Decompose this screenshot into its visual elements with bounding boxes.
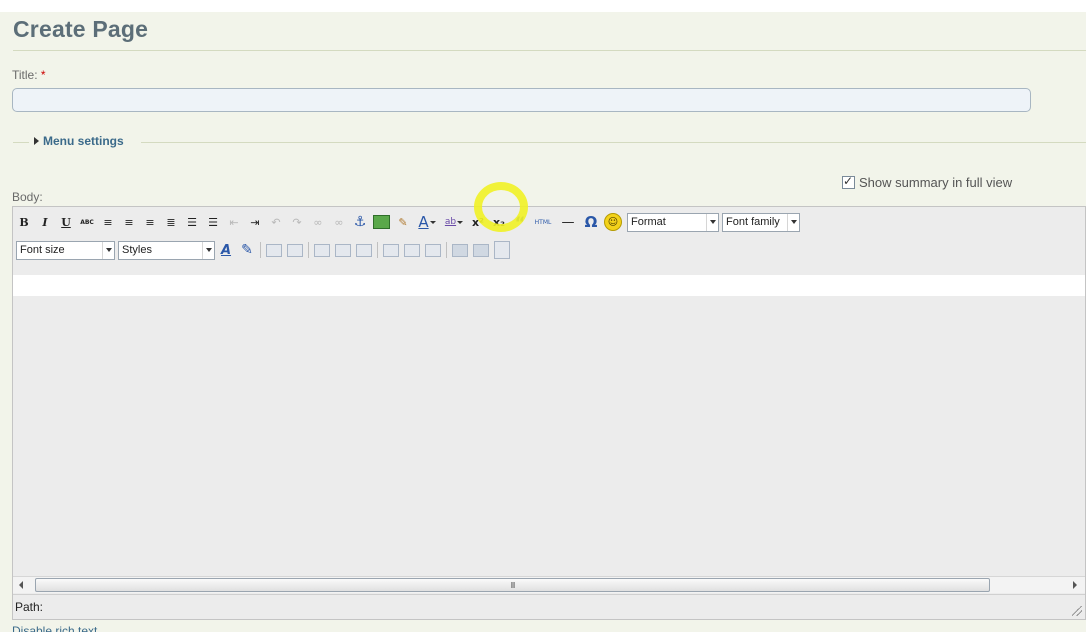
- subscript-button[interactable]: x₂: [491, 213, 507, 231]
- title-label-text: Title:: [12, 68, 38, 82]
- merge-cells-icon[interactable]: [473, 243, 489, 257]
- font-family-select[interactable]: Font family: [722, 212, 800, 232]
- emoticons-button[interactable]: ☺: [604, 213, 622, 231]
- expand-triangle-icon: [34, 137, 39, 145]
- title-label: Title: *: [12, 68, 46, 82]
- insert-col-after-icon[interactable]: [404, 243, 420, 257]
- font-style-button[interactable]: A: [218, 241, 234, 259]
- superscript-button[interactable]: x²: [470, 213, 486, 231]
- insert-row-before-icon[interactable]: [314, 243, 330, 257]
- styles-select-value: Styles: [122, 244, 152, 256]
- delete-col-icon[interactable]: [425, 243, 441, 257]
- toolbar-separator: [260, 242, 261, 258]
- toolbar-separator: [446, 242, 447, 258]
- toolbar-row-1: B I U ABC ≡ ≡ ≡ ≣ ☰ ☰ ⇤ ⇥ ↶ ↷ ∞ ∞ ⚓ ✎ A …: [16, 212, 803, 232]
- editor-path-bar: Path:: [13, 594, 1085, 619]
- styles-select[interactable]: Styles: [118, 240, 215, 260]
- highlight-color-glyph: ab: [444, 217, 457, 227]
- text-color-button[interactable]: A: [416, 213, 438, 231]
- resize-grip-icon[interactable]: [1072, 606, 1082, 616]
- anchor-button[interactable]: ⚓: [352, 213, 368, 231]
- indent-button[interactable]: ⇥: [247, 213, 263, 231]
- strikethrough-button[interactable]: ABC: [79, 213, 95, 231]
- page-title: Create Page: [13, 16, 149, 42]
- toolbar-separator: [377, 242, 378, 258]
- scroll-left-arrow-icon[interactable]: [15, 579, 27, 591]
- toolbar-row-2: Font size Styles A ✎: [16, 240, 515, 260]
- path-label: Path:: [15, 600, 44, 614]
- insert-row-after-icon[interactable]: [335, 243, 351, 257]
- scrollbar-thumb[interactable]: III: [35, 578, 990, 592]
- horizontal-scrollbar[interactable]: III: [13, 576, 1085, 593]
- cleanup-button[interactable]: ✎: [395, 213, 411, 231]
- dropdown-arrow-icon: [429, 220, 436, 224]
- cell-props-icon[interactable]: [287, 243, 303, 257]
- outdent-button[interactable]: ⇤: [226, 213, 242, 231]
- font-family-select-value: Font family: [726, 216, 780, 228]
- row-props-icon[interactable]: [266, 243, 282, 257]
- rich-text-editor: B I U ABC ≡ ≡ ≡ ≣ ☰ ☰ ⇤ ⇥ ↶ ↷ ∞ ∞ ⚓ ✎ A …: [12, 206, 1086, 620]
- editor-toolbar: B I U ABC ≡ ≡ ≡ ≣ ☰ ☰ ⇤ ⇥ ↶ ↷ ∞ ∞ ⚓ ✎ A …: [13, 207, 1085, 265]
- horizontal-rule-button[interactable]: —: [558, 213, 578, 231]
- align-center-button[interactable]: ≡: [121, 213, 137, 231]
- split-cells-icon[interactable]: [452, 243, 468, 257]
- title-divider: [13, 50, 1086, 51]
- menu-settings-toggle[interactable]: Menu settings: [34, 134, 124, 148]
- align-justify-button[interactable]: ≣: [163, 213, 179, 231]
- align-right-button[interactable]: ≡: [142, 213, 158, 231]
- chevron-down-icon: [102, 241, 114, 259]
- top-strip: [0, 0, 1086, 12]
- show-summary-label: Show summary in full view: [859, 175, 1013, 190]
- editor-first-line[interactable]: [13, 275, 1085, 296]
- scroll-right-arrow-icon[interactable]: [1069, 579, 1081, 591]
- edit-style-button[interactable]: ✎: [239, 241, 255, 259]
- show-summary-checkbox[interactable]: [842, 174, 855, 189]
- show-summary-option[interactable]: Show summary in full view: [842, 174, 1013, 190]
- align-left-button[interactable]: ≡: [100, 213, 116, 231]
- insert-col-before-icon[interactable]: [383, 243, 399, 257]
- bullet-list-button[interactable]: ☰: [184, 213, 200, 231]
- menu-settings-label: Menu settings: [43, 134, 124, 148]
- html-button[interactable]: HTML: [533, 213, 553, 231]
- blockquote-button[interactable]: “: [512, 213, 528, 232]
- format-select[interactable]: Format: [627, 212, 719, 232]
- body-label: Body:: [12, 190, 43, 204]
- title-input[interactable]: [12, 88, 1031, 112]
- disable-rich-text-link[interactable]: Disable rich text: [12, 624, 97, 632]
- undo-button[interactable]: ↶: [268, 213, 284, 231]
- delete-row-icon[interactable]: [356, 243, 372, 257]
- chevron-down-icon: [706, 213, 718, 231]
- underline-button[interactable]: U: [58, 213, 74, 231]
- insert-image-button[interactable]: [373, 215, 390, 229]
- font-size-select-value: Font size: [20, 244, 65, 256]
- italic-button[interactable]: I: [37, 213, 53, 231]
- bold-button[interactable]: B: [16, 213, 32, 231]
- format-select-value: Format: [631, 216, 666, 228]
- text-color-glyph: A: [418, 213, 429, 231]
- unlink-button[interactable]: ∞: [331, 213, 347, 231]
- special-char-button[interactable]: Ω: [583, 213, 599, 231]
- link-button[interactable]: ∞: [310, 213, 326, 231]
- fieldset-divider-right: [141, 142, 1086, 143]
- toolbar-separator: [308, 242, 309, 258]
- editor-content-area[interactable]: [13, 275, 1085, 576]
- dropdown-arrow-icon: [457, 220, 464, 224]
- numbered-list-button[interactable]: ☰: [205, 213, 221, 231]
- font-size-select[interactable]: Font size: [16, 240, 115, 260]
- fieldset-divider-left: [13, 142, 29, 143]
- chevron-down-icon: [202, 241, 214, 259]
- redo-button[interactable]: ↷: [289, 213, 305, 231]
- chevron-down-icon: [787, 213, 799, 231]
- insert-table-icon[interactable]: [494, 241, 510, 259]
- required-marker: *: [40, 68, 46, 82]
- highlight-color-button[interactable]: ab: [443, 213, 465, 231]
